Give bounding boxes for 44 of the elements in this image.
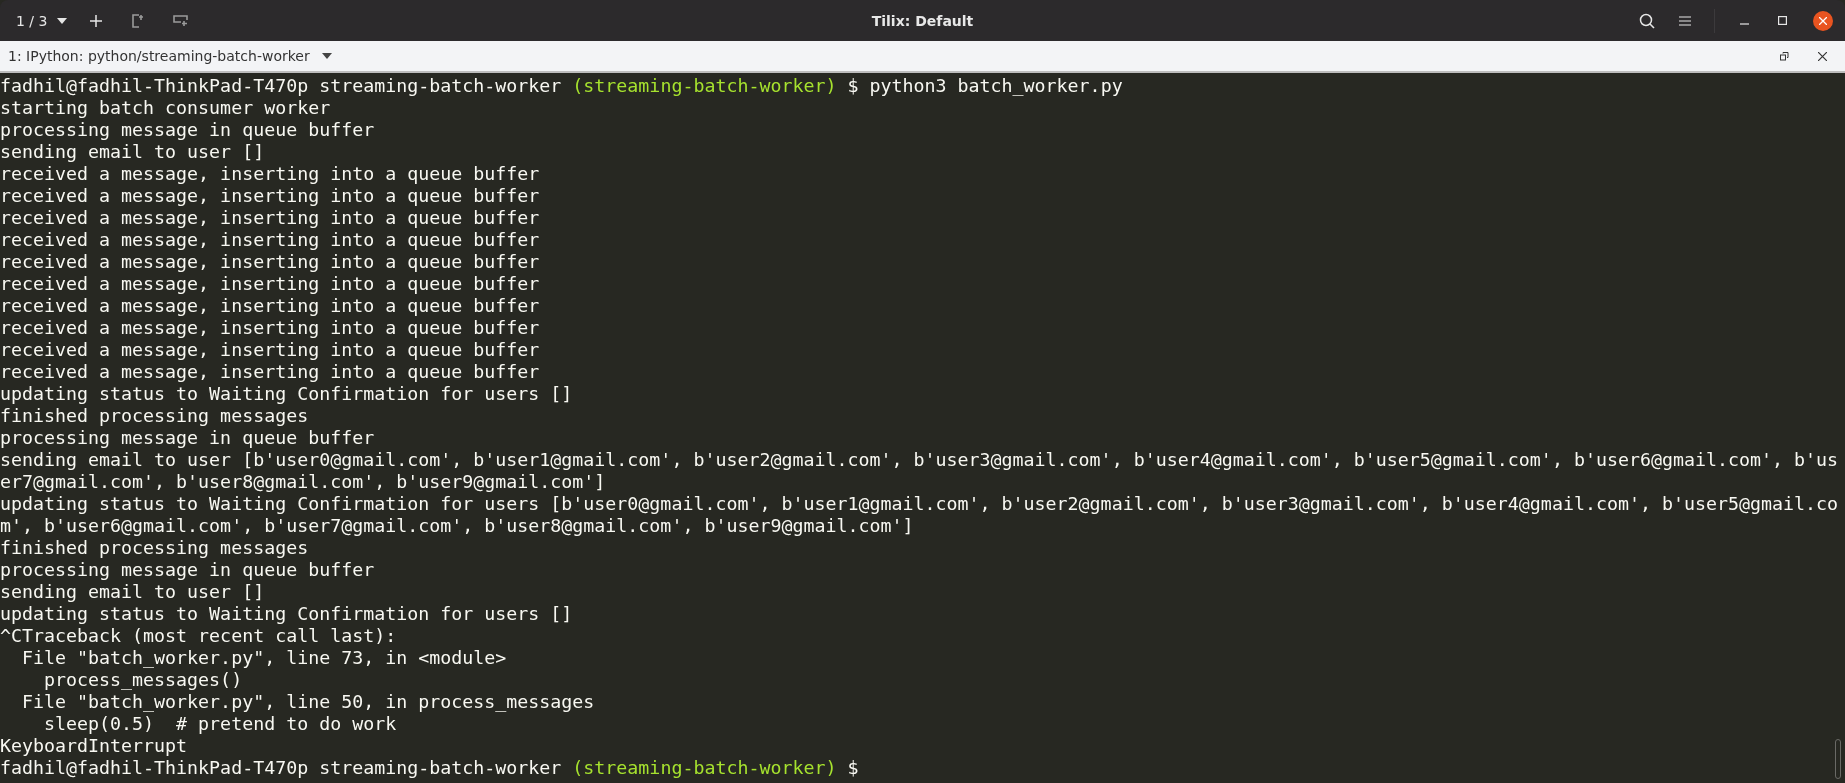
- output-line: received a message, inserting into a queue buffer: [0, 361, 540, 383]
- output-line: KeyboardInterrupt: [0, 735, 188, 757]
- output-line: starting batch consumer worker: [0, 97, 331, 119]
- prompt-path: fadhil@fadhil-ThinkPad-T470p streaming-batch-worker: [0, 757, 562, 779]
- output-line: processing message in queue buffer: [0, 427, 375, 449]
- output-line: m', b'user6@gmail.com', b'user7@gmail.com', b'user8@gmail.com', b'user9@gmail.com']: [0, 515, 914, 537]
- close-icon: [1819, 16, 1827, 25]
- output-line: processing message in queue buffer: [0, 119, 375, 141]
- output-line: received a message, inserting into a queue buffer: [0, 317, 540, 339]
- output-line: process_messages(): [43, 669, 243, 691]
- caret-icon: [321, 53, 332, 59]
- command-text: $ python3 batch_worker.py: [847, 75, 1123, 97]
- output-line: updating status to Waiting Confirmation for users []: [0, 603, 573, 625]
- output-line: ^CTraceback (most recent call last):: [0, 625, 397, 647]
- scrollbar-thumb[interactable]: [1835, 739, 1841, 779]
- output-line: received a message, inserting into a queue buffer: [0, 251, 540, 273]
- session-switcher[interactable]: 1 / 3: [12, 6, 72, 35]
- output-line: sleep(0.5) # pretend to do work: [43, 713, 397, 735]
- output-line: finished processing messages: [0, 405, 309, 427]
- git-branch: (streaming-batch-worker): [572, 75, 837, 97]
- output-line: sending email to user [b'user0@gmail.com', b'user1@gmail.com', b'user2@gmail.com', b'user3@gmail.com', b'user4@gmail.com', b'user5@gmail.com', b'user6@gmail.com', b'us: [0, 449, 1839, 471]
- output-line: finished processing messages: [0, 537, 309, 559]
- window-title: Tilix: Default: [871, 12, 974, 29]
- command-text: $: [847, 757, 859, 779]
- output-line: received a message, inserting into a queue buffer: [0, 229, 540, 251]
- output-line: updating status to Waiting Confirmation for users []: [0, 383, 573, 405]
- output-line: received a message, inserting into a queue buffer: [0, 295, 540, 317]
- close-button[interactable]: [1813, 10, 1833, 31]
- output-line: received a message, inserting into a queue buffer: [0, 273, 540, 295]
- output-line: File "batch_worker.py", line 50, in process_messages: [21, 691, 595, 713]
- output-line: received a message, inserting into a queue buffer: [0, 163, 540, 185]
- output-line: updating status to Waiting Confirmation for users [b'user0@gmail.com', b'user1@gmail.com', b'user2@gmail.com', b'user3@gmail.com', b'user4@gmail.com', b'user5@gmail.co: [0, 493, 1839, 515]
- output-line: received a message, inserting into a queue buffer: [0, 185, 540, 207]
- caret-icon: [57, 17, 68, 24]
- output-line: received a message, inserting into a queue buffer: [0, 207, 540, 229]
- output-line: processing message in queue buffer: [0, 559, 375, 581]
- prompt-path: fadhil@fadhil-ThinkPad-T470p streaming-batch-worker: [0, 75, 562, 97]
- session-title[interactable]: 1: IPython: python/streaming-batch-worker: [8, 48, 332, 64]
- output-line: sending email to user []: [0, 141, 265, 163]
- output-line: File "batch_worker.py", line 73, in <module>: [21, 647, 507, 669]
- output-line: er7@gmail.com', b'user8@gmail.com', b'user9@gmail.com']: [0, 471, 606, 493]
- output-line: sending email to user []: [0, 581, 265, 603]
- output-line: received a message, inserting into a queue buffer: [0, 339, 540, 361]
- git-branch: (streaming-batch-worker): [572, 757, 837, 779]
